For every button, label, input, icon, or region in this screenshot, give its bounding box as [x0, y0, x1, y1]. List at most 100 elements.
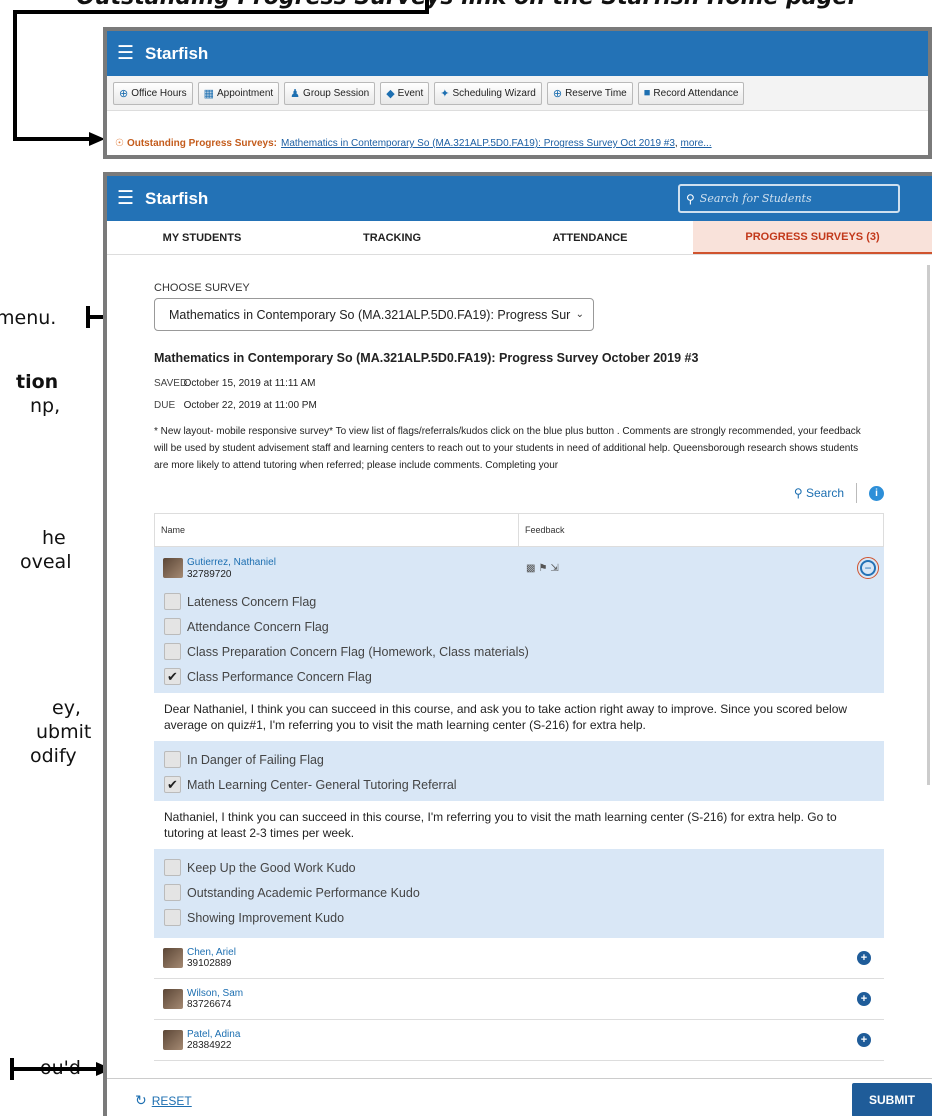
checkbox[interactable]	[164, 643, 181, 660]
annotation-odify: odify	[30, 745, 77, 767]
comment-box[interactable]: Dear Nathaniel, I think you can succeed …	[154, 693, 884, 741]
checkbox-item[interactable]: Attendance Concern Flag	[154, 614, 884, 639]
office-hours-icon: ⊕	[119, 87, 129, 100]
hamburger-icon[interactable]: ☰	[117, 187, 145, 210]
checkbox[interactable]	[164, 909, 181, 926]
home-brand: Starfish	[145, 43, 209, 63]
reset-button[interactable]: ↻ RESET	[135, 1092, 192, 1109]
appointment-button[interactable]: ▦ Appointment	[197, 81, 280, 105]
search-icon: ⚲	[686, 191, 695, 206]
checkbox-item[interactable]: Class Preparation Concern Flag (Homework…	[154, 639, 884, 664]
office-hours-button[interactable]: ⊕ Office Hours	[113, 81, 193, 105]
table-row[interactable]: Chen, Ariel 39102889 +	[154, 938, 884, 979]
hamburger-icon[interactable]: ☰	[117, 42, 145, 65]
checkbox-label: Keep Up the Good Work Kudo	[187, 860, 356, 875]
checkbox-item[interactable]: ✔ Class Performance Concern Flag	[154, 664, 884, 689]
table-row[interactable]: Patel, Adina 28384922 +	[154, 1020, 884, 1061]
tab-progress-surveys[interactable]: PROGRESS SURVEYS (3)	[693, 221, 932, 254]
checkbox-label: Math Learning Center- General Tutoring R…	[187, 777, 457, 792]
annotation-ey: ey,	[52, 697, 81, 719]
student-name[interactable]: Chen, Ariel	[187, 947, 236, 958]
student-name[interactable]: Patel, Adina	[187, 1029, 240, 1040]
chevron-down-icon: ⌄	[575, 309, 584, 320]
arrow-line-home	[13, 137, 89, 141]
checkbox[interactable]	[164, 884, 181, 901]
checkbox-checked[interactable]: ✔	[164, 668, 181, 685]
bracket-vertical	[425, 0, 429, 10]
annotation-oveal: oveal	[20, 551, 72, 573]
checkbox-label: Lateness Concern Flag	[187, 594, 317, 609]
referral-icon: ⇲	[550, 563, 562, 574]
saved-label: SAVED	[154, 378, 188, 389]
checkbox-item[interactable]: In Danger of Failing Flag	[154, 747, 884, 772]
checkbox[interactable]	[164, 859, 181, 876]
checkbox-item[interactable]: Outstanding Academic Performance Kudo	[154, 880, 884, 905]
checkbox-item[interactable]: ✔ Math Learning Center- General Tutoring …	[154, 772, 884, 797]
student-info: Patel, Adina 28384922	[187, 1029, 240, 1051]
student-search-input[interactable]: ⚲ Search for Students	[678, 184, 900, 213]
home-toolbar: ⊕ Office Hours ▦ Appointment ♟ Group Sessio…	[107, 76, 928, 111]
tab-my-students[interactable]: MY STUDENTS	[107, 221, 297, 254]
outstanding-surveys-label: Outstanding Progress Surveys:	[126, 138, 278, 149]
avatar	[163, 989, 183, 1009]
student-info: Chen, Ariel 39102889	[187, 947, 236, 969]
search-link[interactable]: Search	[806, 486, 844, 500]
reset-label: RESET	[151, 1094, 192, 1108]
group-icon: ♟	[290, 87, 301, 100]
surveys-screenshot: ☰ Starfish ⚲ Search for Students MY STUD…	[103, 172, 932, 1116]
group-session-label: Group Session	[303, 87, 370, 99]
expand-button[interactable]: +	[857, 1033, 871, 1047]
footer-bar: ↻ RESET SUBMIT	[107, 1078, 932, 1116]
reserve-time-button[interactable]: ⊕ Reserve Time	[546, 81, 633, 105]
checkbox-label: Attendance Concern Flag	[187, 619, 329, 634]
info-icon[interactable]: i	[869, 485, 884, 501]
tab-bar: MY STUDENTS TRACKING ATTENDANCE PROGRESS…	[107, 221, 932, 255]
group-session-button[interactable]: ♟ Group Session	[284, 81, 376, 105]
table-header: Name Feedback	[154, 513, 884, 547]
annotation-tion: tion	[16, 371, 59, 393]
checkbox-item[interactable]: Keep Up the Good Work Kudo	[154, 855, 884, 880]
checkbox[interactable]	[164, 593, 181, 610]
survey-title: Mathematics in Contemporary So (MA.321AL…	[154, 351, 699, 365]
search-link-icon[interactable]: ⚲	[794, 486, 806, 500]
calendar-icon: ▦	[203, 87, 215, 100]
checkbox-label: Showing Improvement Kudo	[187, 910, 345, 925]
due-label: DUE	[154, 400, 176, 411]
submit-button[interactable]: SUBMIT	[852, 1083, 932, 1116]
table-row[interactable]: Wilson, Sam 83726674 +	[154, 979, 884, 1020]
refresh-icon: ↻	[135, 1092, 147, 1108]
scheduling-wizard-label: Scheduling Wizard	[452, 87, 536, 99]
checkbox-item[interactable]: Showing Improvement Kudo	[154, 905, 884, 930]
record-attendance-button[interactable]: ■ Record Attendance	[637, 81, 745, 105]
checkbox-label: Class Preparation Concern Flag (Homework…	[187, 644, 529, 659]
event-label: Event	[397, 87, 424, 99]
checkbox[interactable]	[164, 751, 181, 768]
event-button[interactable]: ◆ Event	[380, 81, 430, 105]
student-name[interactable]: Wilson, Sam	[187, 988, 243, 999]
tab-tracking[interactable]: TRACKING	[297, 221, 487, 254]
survey-select[interactable]: Mathematics in Contemporary So (MA.321AL…	[154, 298, 594, 331]
annotation-np: np,	[30, 395, 61, 417]
scrollbar[interactable]	[927, 265, 930, 785]
checkbox[interactable]	[164, 618, 181, 635]
expand-button[interactable]: +	[857, 992, 871, 1006]
more-link[interactable]: more...	[680, 138, 711, 149]
checkbox-checked[interactable]: ✔	[164, 776, 181, 793]
divider	[856, 483, 857, 503]
flag-icon: ⚑	[538, 563, 551, 574]
table-row[interactable]: Gutierrez, Nathaniel 32789720 ▩⚑⇲ −	[154, 547, 884, 589]
collapse-button[interactable]: −	[857, 557, 879, 579]
student-id: 28384922	[187, 1040, 232, 1051]
avatar	[163, 948, 183, 968]
tab-attendance[interactable]: ATTENDANCE	[487, 221, 693, 254]
scheduling-wizard-button[interactable]: ✦ Scheduling Wizard	[434, 81, 542, 105]
due-meta: DUE October 22, 2019 at 11:00 PM	[154, 400, 317, 411]
comment-box[interactable]: Nathaniel, I think you can succeed in th…	[154, 801, 884, 849]
outstanding-survey-link[interactable]: Mathematics in Contemporary So (MA.321AL…	[281, 138, 675, 149]
student-name[interactable]: Gutierrez, Nathaniel	[187, 556, 276, 569]
student-table: Name Feedback Gutierrez, Nathaniel 32789…	[154, 513, 884, 1061]
app-brand: Starfish	[145, 188, 209, 208]
home-screenshot: ☰ Starfish ⊕ Office Hours ▦ Appointment ♟ G…	[103, 27, 932, 159]
checkbox-item[interactable]: Lateness Concern Flag	[154, 589, 884, 614]
expand-button[interactable]: +	[857, 951, 871, 965]
